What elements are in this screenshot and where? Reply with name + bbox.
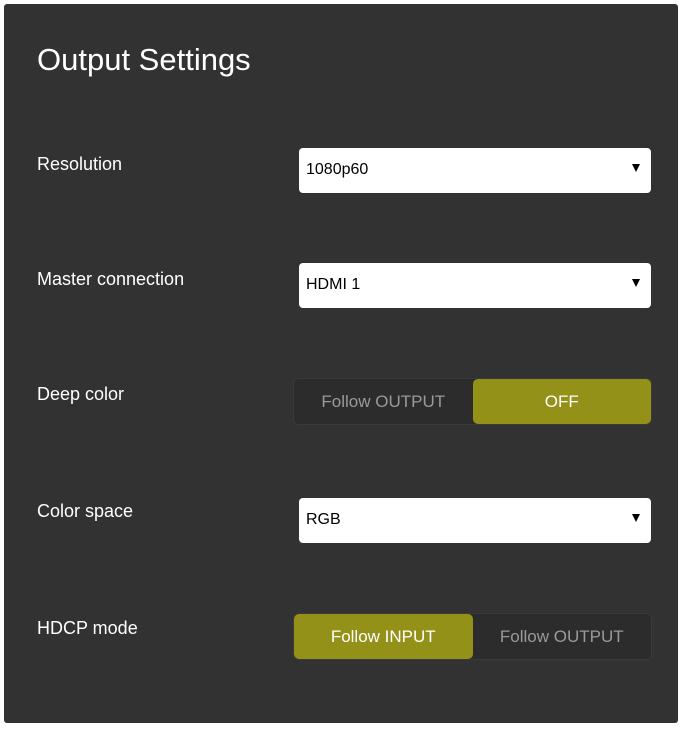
resolution-label: Resolution (37, 154, 123, 174)
dropdown-arrow-icon (632, 514, 640, 522)
hdcp-follow-input-option[interactable]: Follow INPUT (294, 614, 473, 659)
deep-color-off-option[interactable]: OFF (472, 379, 651, 424)
output-settings-panel: Output Settings Resolution 1080p60 Maste… (4, 4, 678, 723)
deep-color-label: Deep color (37, 384, 125, 404)
dropdown-arrow-icon (632, 164, 640, 172)
dropdown-arrow-icon (632, 279, 640, 287)
page-title: Output Settings (37, 42, 251, 77)
color-space-value: RGB (306, 511, 341, 528)
hdcp-mode-toggle: Follow INPUT Follow OUTPUT (293, 613, 652, 660)
hdcp-follow-output-option[interactable]: Follow OUTPUT (473, 614, 652, 659)
color-space-select[interactable]: RGB (299, 498, 651, 543)
master-connection-label: Master connection (37, 269, 185, 289)
master-connection-value: HDMI 1 (306, 276, 361, 293)
master-connection-select[interactable]: HDMI 1 (299, 263, 651, 308)
color-space-label: Color space (37, 501, 134, 521)
resolution-value: 1080p60 (306, 161, 369, 178)
deep-color-follow-output-option[interactable]: Follow OUTPUT (294, 379, 473, 424)
deep-color-toggle: Follow OUTPUT OFF (293, 378, 652, 425)
hdcp-mode-label: HDCP mode (37, 618, 138, 638)
resolution-select[interactable]: 1080p60 (299, 148, 651, 193)
